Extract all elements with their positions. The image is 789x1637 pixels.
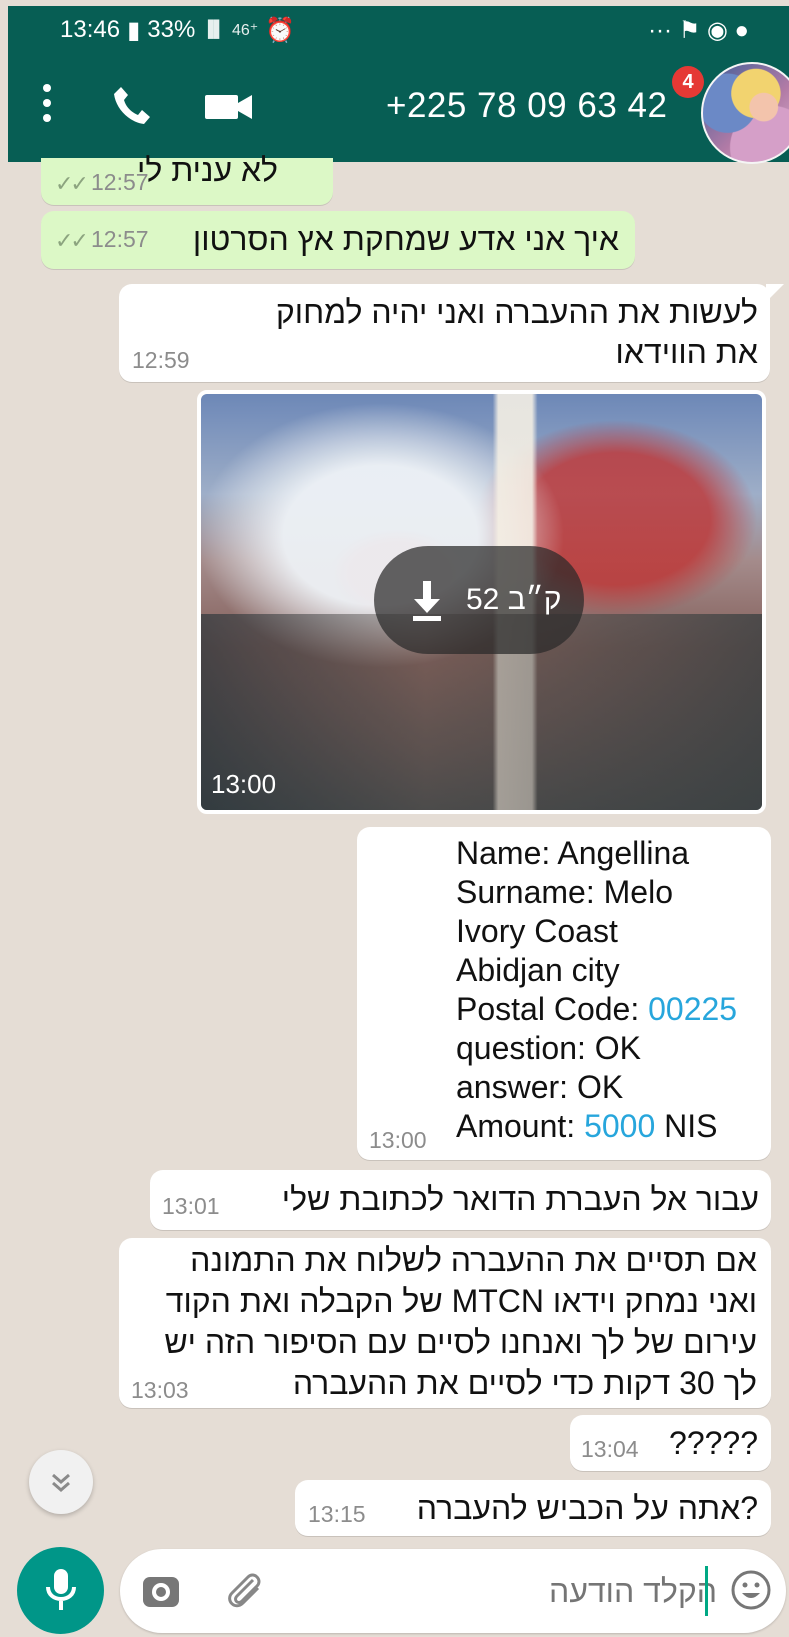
message-line-2: של הקבלה ואת הקוד MTCN ואני נמחק וידאו [165,1283,757,1319]
text-cursor [705,1566,708,1616]
detail-surname: Surname: Melo [456,874,673,910]
message-time: 13:01 [162,1193,220,1219]
video-message[interactable]: 52 ק״ב 13:00 [197,390,766,814]
network-indicator: 46⁺ [232,22,259,39]
message-text: לא ענית לי [137,152,278,188]
message-text: עבור אל העברת הדואר לכתובת שלי [281,1181,759,1217]
emoji-icon[interactable] [730,1569,772,1611]
voice-message-button[interactable] [17,1547,104,1634]
message-line-4: לך 30 דקות כדי לסיים את ההעברה [292,1365,757,1401]
download-video-button[interactable]: 52 ק״ב [374,546,584,654]
message-time: 12:57 [91,226,149,252]
phone-icon[interactable] [111,84,151,126]
message-incoming[interactable]: לעשות את ההעברה ואני יהיה למחוק את הוויד… [119,284,784,382]
message-composer[interactable] [120,1549,786,1633]
detail-name: Name: Angellina [456,835,690,871]
chat-screen: 13:46 ▮ 33% ▐▌ 46⁺ ⏰ ··· ⚑ ◉ ● +225 78 0… [0,0,789,1637]
battery-icon: ▮ [127,16,141,44]
bubble-tail [766,284,784,302]
amount-link[interactable]: 5000 [584,1108,655,1144]
message-incoming[interactable]: עבור אל העברת הדואר לכתובת שלי 13:01 [150,1170,771,1230]
contact-phone-number[interactable]: +225 78 09 63 42 [386,84,667,128]
details-message[interactable]: Name: Angellina Surname: Melo Ivory Coas… [357,827,771,1160]
message-time: 13:03 [131,1377,189,1403]
details-text: Name: Angellina Surname: Melo Ivory Coas… [456,834,737,1146]
message-text: איך אני אדע שמחקת אץ הסרטון [192,221,619,257]
detail-answer: answer: OK [456,1069,624,1105]
chevron-down-icon [52,1473,70,1492]
message-line-1: לעשות את ההעברה ואני יהיה למחוק [275,294,758,330]
message-incoming[interactable]: אם תסיים את ההעברה לשלוח את התמונה של הק… [119,1238,771,1408]
video-message-time: 13:00 [211,769,277,799]
status-time: 13:46 [60,16,121,43]
message-line-1: אם תסיים את ההעברה לשלוח את התמונה [190,1242,757,1278]
detail-question: question: OK [456,1030,641,1066]
detail-amount: Amount: 5000 NIS [456,1108,718,1144]
signal-icon: ▐▌ [202,21,225,38]
camera-icon[interactable] [141,1571,181,1611]
message-line-2: את הווידאו [615,334,758,370]
message-incoming[interactable]: אתה על הכביש להעברה? 13:15 [295,1480,771,1536]
postal-code-link[interactable]: 00225 [648,991,737,1027]
message-time: 13:00 [369,1127,427,1153]
scroll-down-button[interactable] [29,1450,93,1514]
message-time: 13:04 [581,1436,639,1462]
double-check-icon: ✓✓ [55,228,89,253]
message-time: 13:15 [308,1501,366,1527]
download-arrow-icon [413,581,441,621]
message-time: 12:59 [132,347,190,373]
download-size: 52 ק״ב [466,583,562,616]
message-partial-outgoing[interactable]: ✓✓ 12:57 לא ענית לי [41,152,333,205]
message-incoming[interactable]: ????? 13:04 [570,1415,771,1471]
detail-city: Abidjan city [456,952,620,988]
message-line-3: עירום של לך ואנחנו לסיים עם הסיפור הזה י… [164,1324,757,1360]
detail-postal-code: Postal Code: 00225 [456,991,738,1027]
message-text: ????? [669,1425,758,1461]
message-outgoing[interactable]: ✓✓ 12:57 איך אני אדע שמחקת אץ הסרטון [41,211,635,269]
chat-header: +225 78 09 63 42 [8,54,789,162]
status-bar: 13:46 ▮ 33% ▐▌ 46⁺ ⏰ ··· ⚑ ◉ ● [8,6,789,54]
status-notification-icons: ··· ⚑ ◉ ● [648,16,749,44]
attachment-icon[interactable] [222,1569,268,1615]
double-check-icon: ✓✓ [55,171,89,196]
message-text: אתה על הכביש להעברה? [416,1490,758,1526]
unread-count-badge: 4 [672,66,704,98]
message-input[interactable] [300,1566,719,1616]
alarm-icon: ⏰ [265,16,296,44]
more-options-icon[interactable] [40,84,54,126]
video-call-icon[interactable] [204,92,254,122]
detail-country: Ivory Coast [456,913,618,949]
microphone-icon [46,1569,76,1610]
battery-percent: 33% [147,16,196,43]
